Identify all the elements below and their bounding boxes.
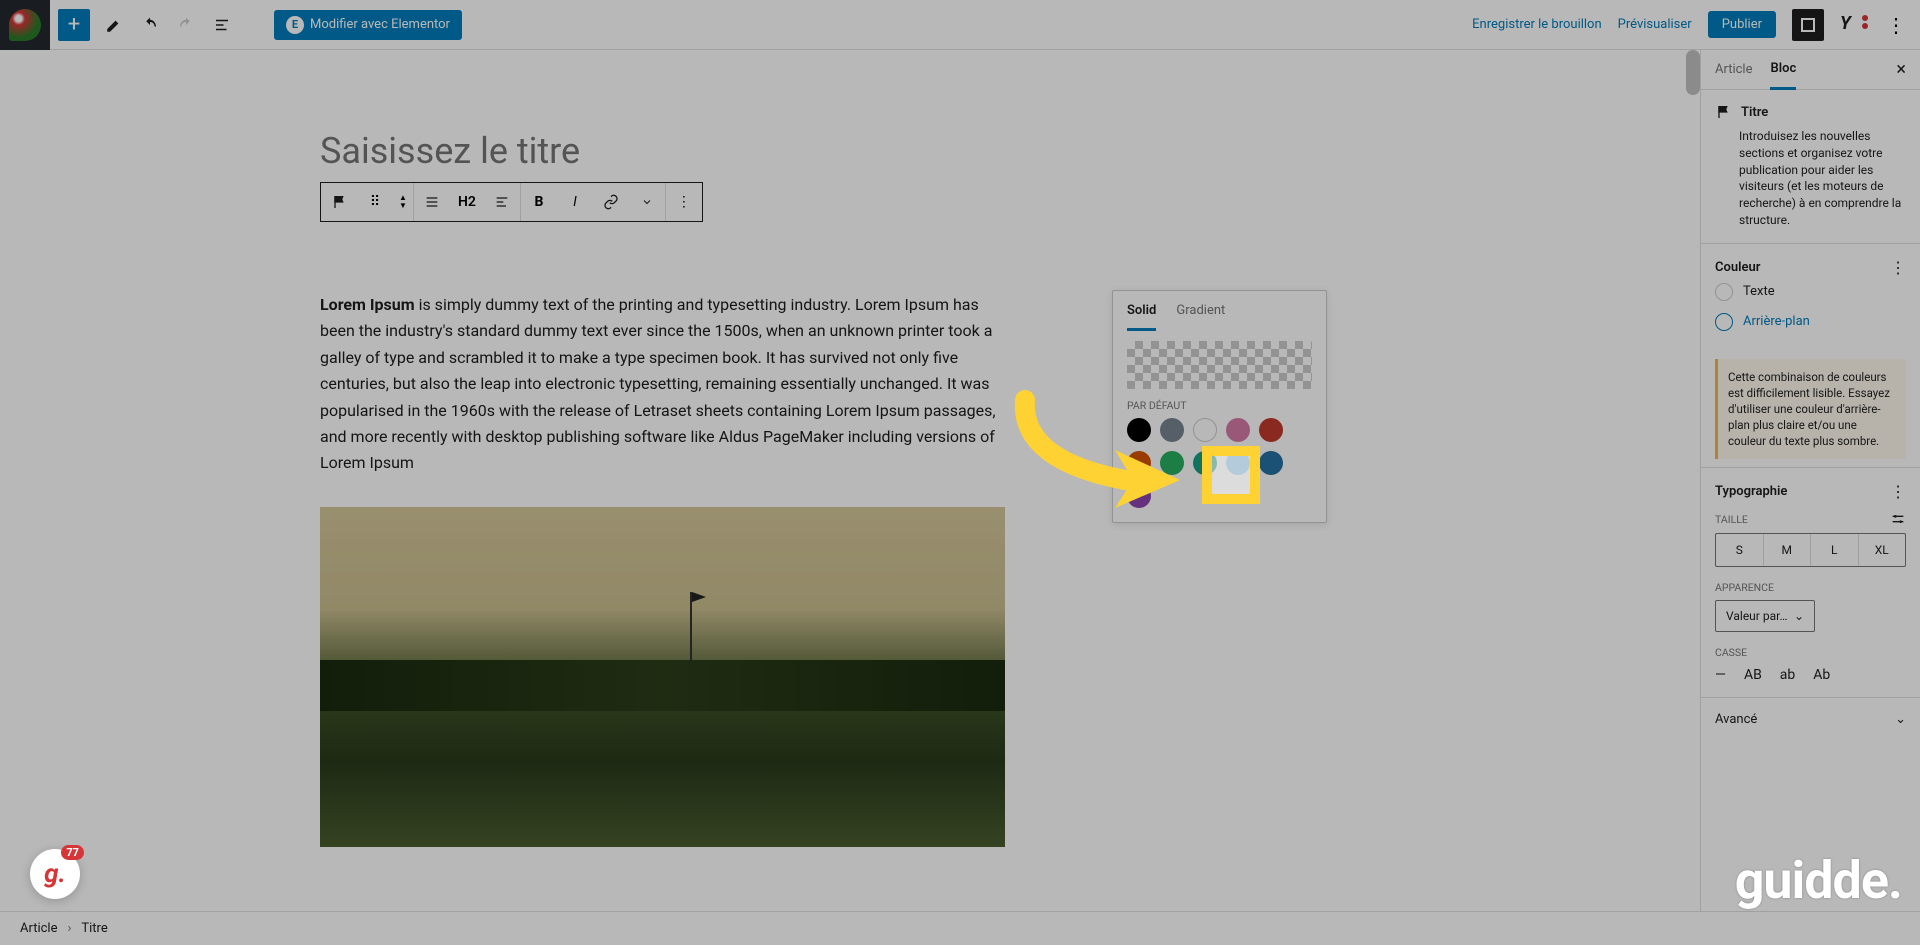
preview-button[interactable]: Prévisualiser [1618, 17, 1692, 32]
tab-bloc[interactable]: Bloc [1770, 51, 1796, 90]
color-swatch-3[interactable] [1226, 418, 1250, 442]
color-swatch-grid [1113, 412, 1326, 522]
size-m[interactable]: M [1763, 534, 1811, 566]
guidde-badge[interactable]: g. 77 [30, 849, 80, 899]
more-options-icon[interactable]: ⋮ [1880, 13, 1912, 37]
color-swatch-8[interactable] [1226, 451, 1250, 475]
publish-button[interactable]: Publier [1708, 11, 1776, 38]
breadcrumb-separator: › [67, 921, 71, 936]
block-toolbar: ⠿ ▲▼ H2 B I ⋮ [320, 182, 703, 222]
color-swatch-4[interactable] [1259, 418, 1283, 442]
solid-tab[interactable]: Solid [1127, 303, 1156, 331]
edit-tool-icon[interactable] [98, 9, 130, 41]
color-section-title: Couleur [1715, 260, 1760, 275]
color-swatch-0[interactable] [1127, 418, 1151, 442]
save-draft-button[interactable]: Enregistrer le brouillon [1472, 17, 1602, 32]
wp-logo[interactable] [0, 0, 50, 50]
breadcrumb-titre[interactable]: Titre [81, 921, 107, 936]
italic-button[interactable]: I [557, 182, 593, 222]
color-swatch-6[interactable] [1160, 451, 1184, 475]
text-align-icon[interactable] [484, 182, 520, 222]
drag-handle-icon[interactable]: ⠿ [357, 182, 393, 222]
post-title-input[interactable]: Saisissez le titre [320, 130, 1005, 172]
case-upper[interactable]: AB [1744, 667, 1762, 683]
elementor-icon: E [286, 16, 304, 34]
undo-icon[interactable] [134, 9, 166, 41]
appearance-label: APPARENCE [1715, 581, 1774, 594]
case-label: CASSE [1715, 646, 1747, 659]
size-toggle: S M L XL [1715, 533, 1906, 567]
more-format-icon[interactable] [629, 182, 665, 222]
color-picker-popover: Solid Gradient PAR DÉFAUT [1112, 290, 1327, 523]
close-sidebar-icon[interactable]: × [1896, 59, 1906, 80]
guidde-badge-count: 77 [61, 845, 84, 860]
paragraph-block[interactable]: Lorem Ipsum is simply dummy text of the … [320, 292, 1005, 477]
color-more-icon[interactable]: ⋮ [1890, 258, 1906, 277]
image-block[interactable] [320, 507, 1005, 847]
text-color-row[interactable]: Texte [1715, 277, 1906, 307]
settings-sidebar: Article Bloc × Titre Introduisez les nou… [1700, 50, 1920, 911]
heading-level-button[interactable]: H2 [450, 182, 484, 222]
color-preview[interactable] [1127, 341, 1312, 389]
align-icon[interactable] [414, 182, 450, 222]
size-l[interactable]: L [1810, 534, 1858, 566]
editor-canvas[interactable]: Saisissez le titre ⠿ ▲▼ H2 B I [0, 50, 1700, 911]
appearance-select[interactable]: Valeur par…⌄ [1715, 600, 1815, 632]
block-type-icon[interactable] [321, 182, 357, 222]
default-colors-label: PAR DÉFAUT [1113, 399, 1326, 412]
document-outline-icon[interactable] [206, 9, 238, 41]
block-title-label: Titre [1741, 105, 1768, 120]
redo-icon[interactable] [170, 9, 202, 41]
tab-article[interactable]: Article [1715, 50, 1752, 89]
color-swatch-9[interactable] [1259, 451, 1283, 475]
move-up-down[interactable]: ▲▼ [393, 194, 413, 210]
bold-button[interactable]: B [521, 182, 557, 222]
link-button[interactable] [593, 182, 629, 222]
block-more-icon[interactable]: ⋮ [666, 182, 702, 222]
guidde-watermark: guidde. [1735, 850, 1902, 911]
add-block-button[interactable]: + [58, 9, 90, 41]
block-description: Introduisez les nouvelles sections et or… [1715, 128, 1906, 229]
breadcrumb-footer: Article › Titre [0, 911, 1920, 945]
top-toolbar: + EModifier avec Elementor Enregistrer l… [0, 0, 1920, 50]
yoast-icon[interactable] [1840, 13, 1864, 37]
color-swatch-2[interactable] [1193, 418, 1217, 442]
background-color-row[interactable]: Arrière-plan [1715, 307, 1906, 337]
heading-block-icon [1715, 104, 1731, 120]
scrollbar-thumb[interactable] [1686, 50, 1700, 95]
size-label: TAILLE [1715, 513, 1748, 526]
color-swatch-1[interactable] [1160, 418, 1184, 442]
gradient-tab[interactable]: Gradient [1176, 303, 1225, 331]
size-s[interactable]: S [1716, 534, 1763, 566]
typo-more-icon[interactable]: ⋮ [1890, 482, 1906, 501]
elementor-edit-button[interactable]: EModifier avec Elementor [274, 10, 462, 40]
color-swatch-5[interactable] [1127, 451, 1151, 475]
breadcrumb-article[interactable]: Article [20, 921, 57, 936]
size-xl[interactable]: XL [1858, 534, 1906, 566]
settings-panel-toggle[interactable] [1792, 9, 1824, 41]
color-swatch-7[interactable] [1193, 451, 1217, 475]
case-lower[interactable]: ab [1780, 667, 1795, 683]
color-swatch-10[interactable] [1127, 484, 1151, 508]
case-none[interactable]: — [1715, 667, 1726, 683]
contrast-warning: Cette combinaison de couleurs est diffic… [1715, 359, 1906, 459]
size-settings-icon[interactable] [1890, 511, 1906, 527]
typography-title: Typographie [1715, 484, 1787, 499]
guidde-badge-icon: g. [44, 859, 66, 889]
advanced-section[interactable]: Avancé⌄ [1715, 712, 1906, 727]
case-cap[interactable]: Ab [1813, 667, 1830, 683]
